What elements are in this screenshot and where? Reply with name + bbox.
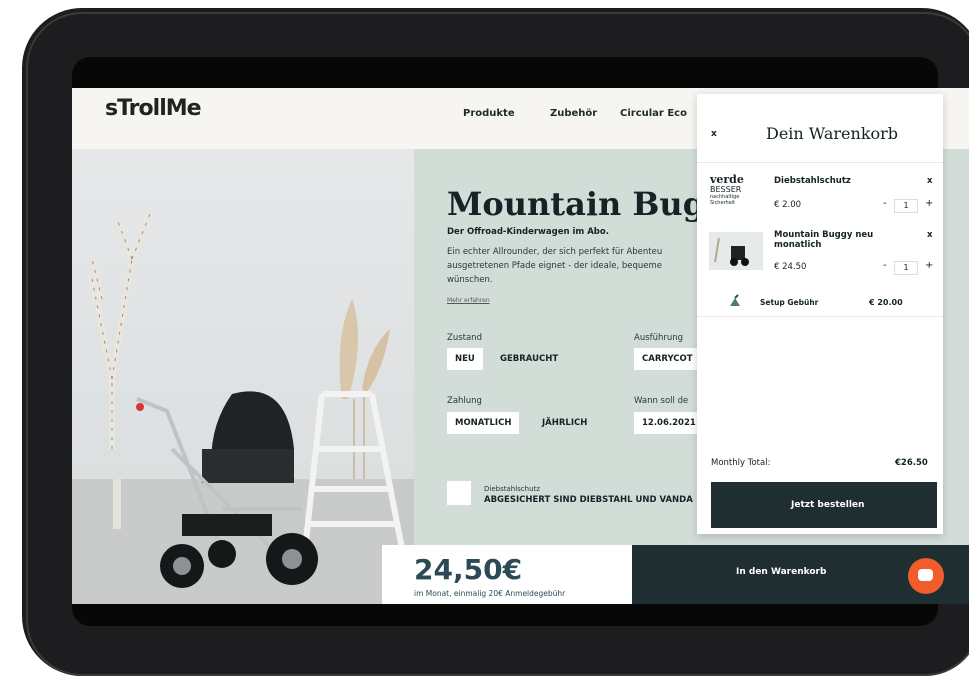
setup-fee-price: € 20.00 xyxy=(869,298,903,307)
wann-label: Wann soll de xyxy=(634,396,689,406)
cart-item-price: € 24.50 xyxy=(774,262,807,272)
price-box: 24,50€ im Monat, einmalig 20€ Anmeldegeb… xyxy=(382,545,632,604)
cart-divider xyxy=(697,162,943,163)
nav-produkte[interactable]: Produkte xyxy=(463,108,515,119)
ausfuehrung-value[interactable]: CARRYCOT xyxy=(634,348,704,370)
stroller-illustration xyxy=(89,207,407,588)
more-link[interactable]: Mehr erfahren xyxy=(447,297,490,304)
chat-button[interactable] xyxy=(908,558,944,594)
zahlung-jaehrlich-option[interactable]: JÄHRLICH xyxy=(534,412,595,434)
add-to-cart-label: In den Warenkorb xyxy=(736,567,827,577)
zahlung-label: Zahlung xyxy=(447,396,482,406)
product-description: Ein echter Allrounder, der sich perfekt … xyxy=(447,247,663,285)
cart-title: Dein Warenkorb xyxy=(766,124,899,143)
nav-circular-eco[interactable]: Circular Eco xyxy=(620,108,687,119)
qty-decrease-button[interactable]: - xyxy=(883,260,887,271)
qty-increase-button[interactable]: + xyxy=(925,198,933,209)
cart-close-button[interactable]: x xyxy=(711,129,717,139)
cart-item-price: € 2.00 xyxy=(774,200,802,210)
ausfuehrung-label: Ausführung xyxy=(634,333,684,343)
price: 24,50€ xyxy=(414,553,523,586)
diebstahl-text: ABGESICHERT SIND DIEBSTAHL UND VANDA xyxy=(484,495,693,505)
cart-divider xyxy=(697,316,943,317)
setup-fee-label: Setup Gebühr xyxy=(760,298,819,307)
zustand-gebraucht-option[interactable]: GEBRAUCHT xyxy=(492,348,566,370)
monthly-total-label: Monthly Total: xyxy=(711,458,771,468)
nav-zubehoer[interactable]: Zubehör xyxy=(550,108,597,119)
chat-icon xyxy=(918,569,933,581)
qty-input[interactable]: 1 xyxy=(894,199,918,213)
date-field[interactable]: 12.06.2021 xyxy=(634,412,704,434)
qty-increase-button[interactable]: + xyxy=(925,260,933,271)
monthly-total-value: €26.50 xyxy=(895,458,928,468)
diebstahl-label: Diebstahlschutz xyxy=(484,485,540,493)
checkout-label: Jetzt bestellen xyxy=(791,500,865,510)
cart-item-name: Diebstahlschutz xyxy=(774,176,851,186)
logo[interactable]: sTrollMe xyxy=(105,96,202,121)
remove-item-button[interactable]: x xyxy=(927,176,932,186)
cart-drawer: x Dein Warenkorb verde BESSER nachhaltig… xyxy=(697,94,943,534)
product-image xyxy=(72,149,414,604)
qty-decrease-button[interactable]: - xyxy=(883,198,887,209)
remove-item-button[interactable]: x xyxy=(927,230,932,240)
zustand-label: Zustand xyxy=(447,333,482,343)
plant-icon xyxy=(730,294,740,306)
cart-item-name: Mountain Buggy neu monatlich xyxy=(774,230,874,250)
price-subtext: im Monat, einmalig 20€ Anmeldegebühr xyxy=(414,589,566,598)
product-title: Mountain Bugg xyxy=(447,185,728,223)
checkout-button[interactable]: Jetzt bestellen xyxy=(711,482,937,528)
diebstahl-checkbox[interactable] xyxy=(447,481,471,505)
qty-input[interactable]: 1 xyxy=(894,261,918,275)
cart-item-thumbnail xyxy=(709,232,763,270)
verde-besser-logo: verde BESSER nachhaltige Sicherheit xyxy=(710,173,744,206)
zustand-neu-option[interactable]: NEU xyxy=(447,348,483,370)
zahlung-monatlich-option[interactable]: MONATLICH xyxy=(447,412,520,434)
screen: sTrollMe Produkte Zubehör Circular Eco M… xyxy=(72,88,969,604)
product-subtitle: Der Offroad-Kinderwagen im Abo. xyxy=(447,227,609,237)
